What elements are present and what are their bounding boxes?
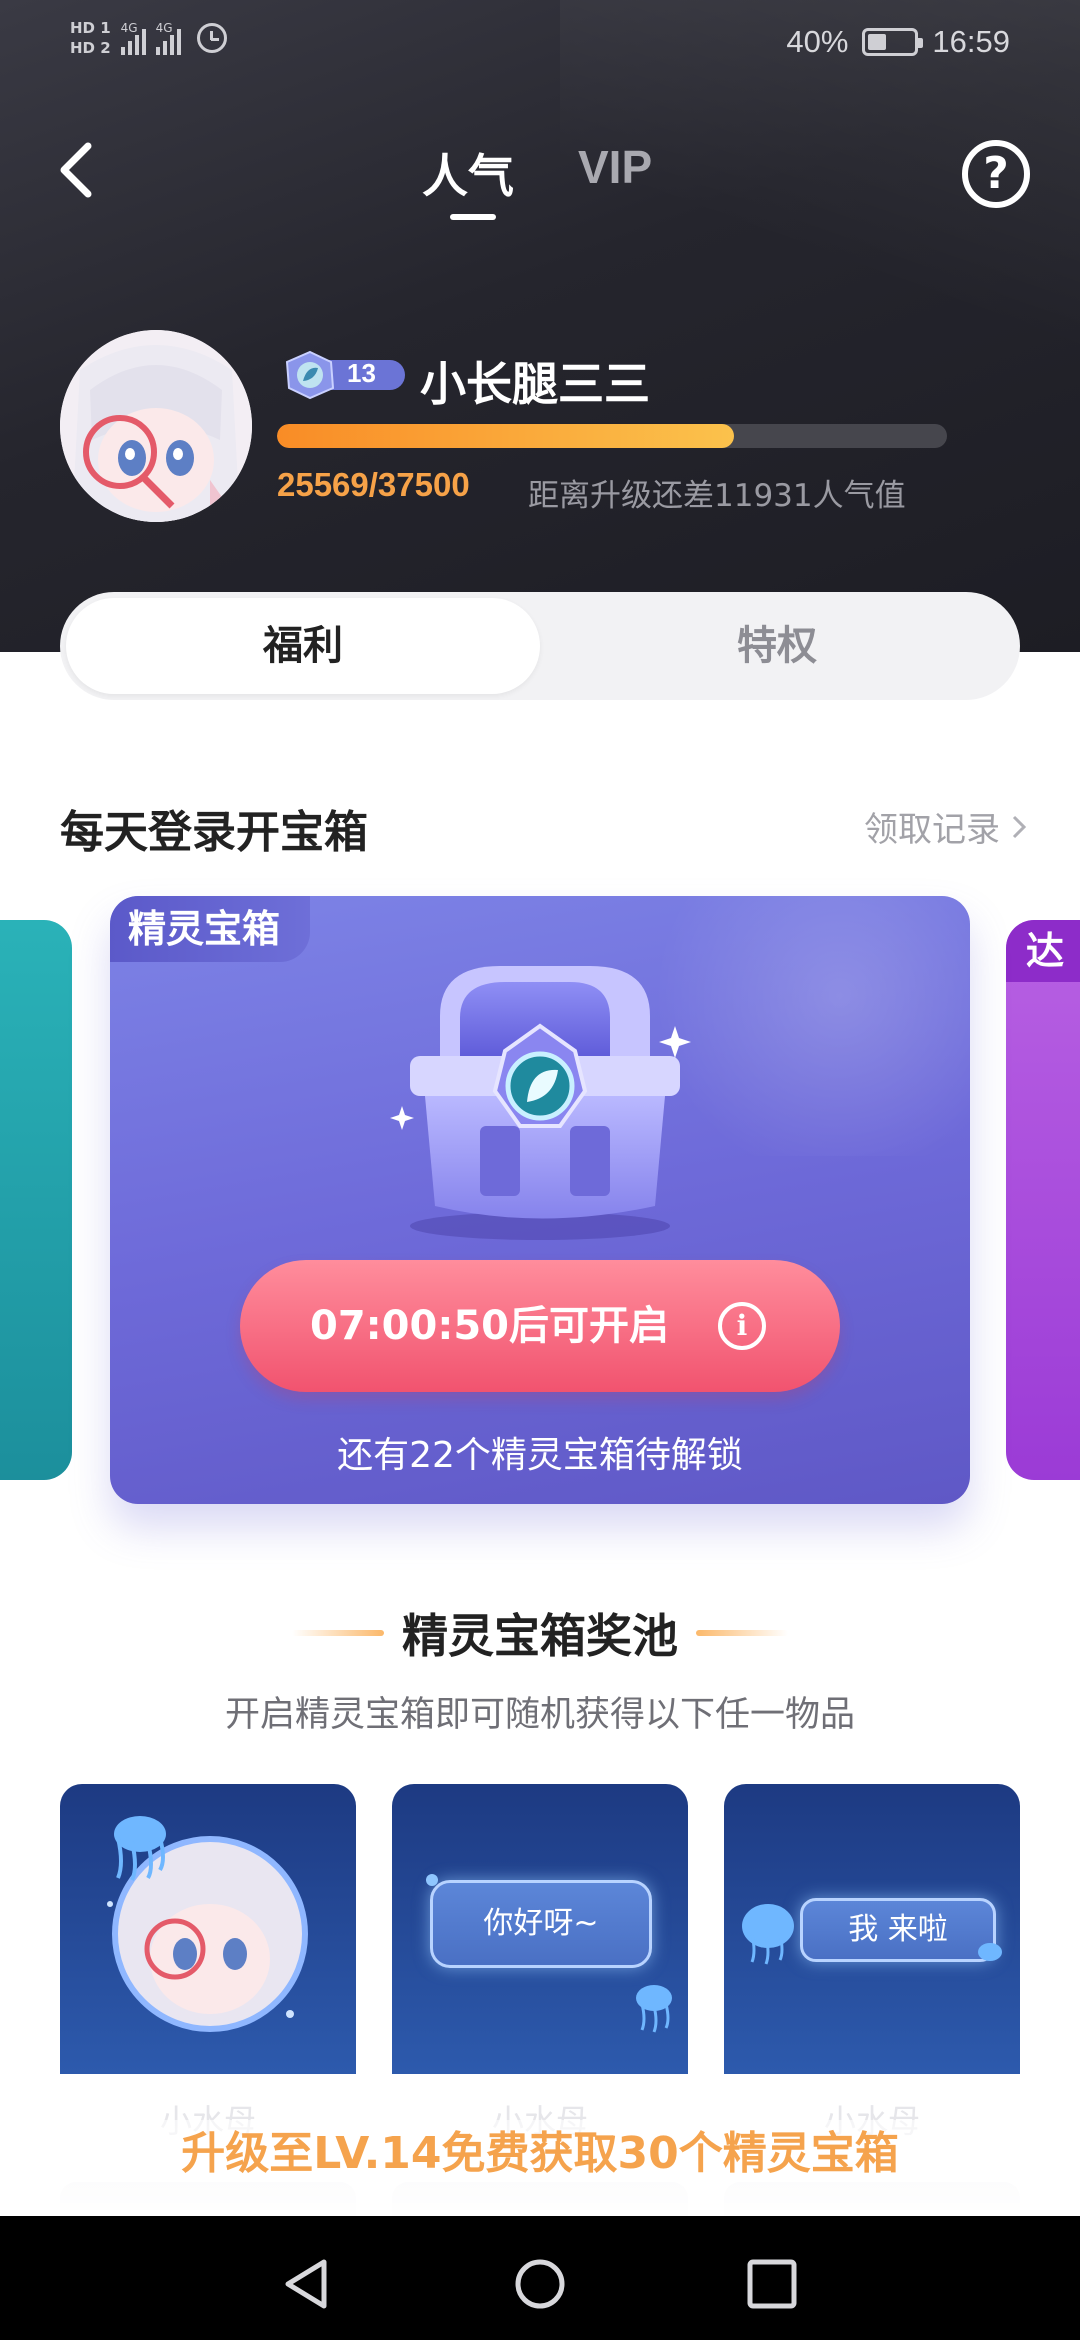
prize-pool-header: 精灵宝箱奖池 — [0, 1600, 1080, 1664]
locked-chests-note: 还有22个精灵宝箱待解锁 — [337, 1435, 743, 1476]
jellyfish-icon-2 — [742, 1904, 1002, 1965]
prize-card-entry-banner[interactable]: 我 来啦 — [724, 1784, 1020, 2074]
carousel-card-previous[interactable] — [0, 920, 72, 1480]
system-home-icon[interactable] — [512, 2256, 568, 2312]
alarm-icon — [196, 23, 227, 53]
info-icon[interactable]: i — [718, 1302, 766, 1350]
countdown-label: 07:00:50后可开启 — [310, 1303, 669, 1349]
upgrade-promo-banner[interactable]: 升级至LV.14免费获取30个精灵宝箱 — [0, 2120, 1080, 2216]
prize-card-chat-bubble[interactable]: 你好呀~ — [392, 1784, 688, 2074]
help-button[interactable]: ? — [962, 140, 1030, 208]
title-decor-right — [696, 1630, 788, 1636]
system-back-icon[interactable] — [280, 2256, 336, 2312]
chevron-right-icon — [1012, 815, 1027, 838]
claim-history-label: 领取记录 — [864, 810, 1000, 850]
avatar[interactable] — [60, 330, 252, 522]
system-recents-icon[interactable] — [744, 2256, 800, 2312]
open-chest-button[interactable]: 07:00:50后可开启 i — [240, 1260, 840, 1392]
signal-icon: 4G — [120, 21, 146, 55]
carousel-card-next[interactable]: 达 — [1006, 920, 1080, 1480]
nav-tabs: 人气 VIP — [0, 140, 1080, 230]
active-tab-indicator — [450, 214, 496, 220]
level-badge: 13 — [285, 350, 408, 400]
header-background — [0, 0, 1080, 652]
progress-count: 25569/37500 — [277, 466, 470, 503]
tab-vip[interactable]: VIP — [578, 140, 652, 194]
segment-privileges[interactable]: 特权 — [540, 598, 1014, 694]
daily-chest-title: 每天登录开宝箱 — [60, 807, 368, 858]
segment-control: 福利 特权 — [60, 592, 1020, 700]
jellyfish-icon — [426, 1874, 672, 2033]
progress-hint: 距离升级还差11931人气值 — [528, 478, 906, 514]
network-type-label-2: 4G — [155, 21, 173, 35]
battery-icon — [862, 28, 924, 56]
upgrade-promo-text: 升级至LV.14免费获取30个精灵宝箱 — [181, 2128, 899, 2179]
network-type-label: 4G — [120, 21, 138, 35]
level-number: 13 — [347, 358, 376, 388]
tab-popularity[interactable]: 人气 — [422, 140, 514, 206]
username: 小长腿三三 — [420, 357, 650, 411]
card-tag: 精灵宝箱 — [110, 896, 311, 962]
level-progress-fill — [277, 424, 734, 448]
system-nav-bar — [0, 2216, 1080, 2340]
status-left: HD 1 HD 2 4G 4G — [70, 18, 227, 58]
hd-indicators: HD 1 HD 2 — [70, 18, 111, 58]
battery-fill — [868, 34, 887, 50]
prize-pool-subtitle: 开启精灵宝箱即可随机获得以下任一物品 — [224, 1695, 855, 1735]
segment-benefits[interactable]: 福利 — [66, 598, 540, 694]
prize-pool-title: 精灵宝箱奖池 — [402, 1609, 678, 1663]
treasure-chest-icon — [390, 966, 691, 1240]
hd2-label: HD 2 — [70, 39, 111, 57]
claim-history-link[interactable]: 领取记录 — [864, 802, 1028, 851]
clock: 16:59 — [932, 24, 1010, 59]
jellyfish-avatar-frame-icon — [107, 1816, 308, 2032]
avatar-image — [60, 330, 252, 522]
status-bar: HD 1 HD 2 4G 4G 40% 16:59 — [0, 0, 1080, 90]
level-progress-bar — [277, 424, 947, 448]
next-card-tag: 达 — [1006, 920, 1080, 982]
signal-icon-2: 4G — [155, 21, 181, 55]
status-right: 40% 16:59 — [786, 24, 1010, 60]
hd1-label: HD 1 — [70, 19, 111, 37]
battery-percent: 40% — [786, 24, 849, 59]
prize-card-avatar-frame[interactable] — [60, 1784, 356, 2074]
spirit-chest-card: 精灵宝箱 07:00:50后可开启 i 还有22个精灵宝箱待解锁 — [110, 896, 970, 1504]
